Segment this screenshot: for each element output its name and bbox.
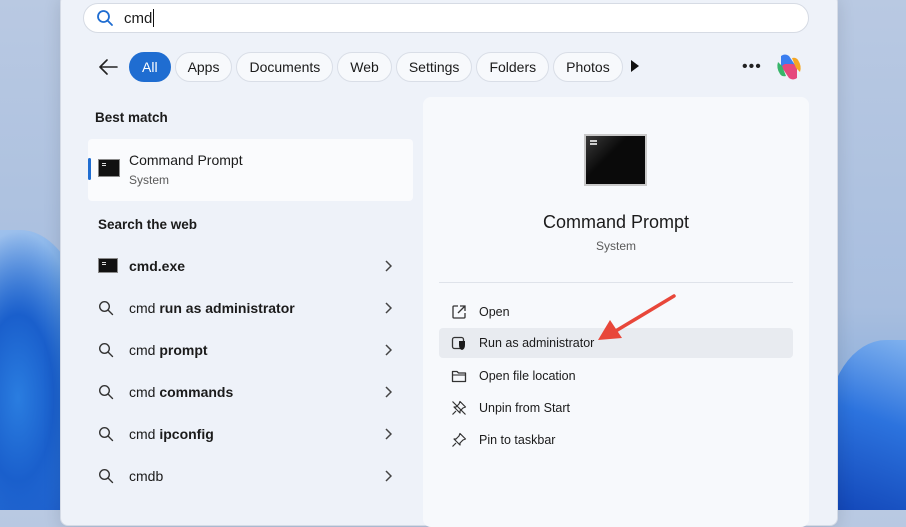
search-query[interactable]: cmd	[124, 10, 152, 27]
web-result-commands[interactable]: cmd commands	[88, 371, 413, 413]
command-prompt-large-icon	[584, 134, 647, 186]
copilot-icon[interactable]	[773, 52, 805, 82]
chevron-right-icon	[385, 344, 392, 356]
filter-apps[interactable]: Apps	[174, 52, 233, 82]
filter-settings[interactable]: Settings	[395, 52, 473, 82]
search-icon	[98, 300, 114, 316]
more-filters-play-icon[interactable]	[630, 59, 640, 73]
filter-web[interactable]: Web	[337, 52, 392, 82]
web-result-run-as-admin[interactable]: cmd run as administrator	[88, 287, 413, 329]
action-pin-to-taskbar[interactable]: Pin to taskbar	[439, 425, 793, 455]
unpin-icon	[452, 400, 467, 415]
filter-bar: All Apps Documents Web Settings Folders …	[94, 51, 627, 83]
web-result-prompt[interactable]: cmd prompt	[88, 329, 413, 371]
chevron-right-icon	[385, 386, 392, 398]
filter-all[interactable]: All	[129, 52, 171, 82]
detail-title: Command Prompt	[542, 212, 690, 232]
chevron-right-icon	[385, 428, 392, 440]
cmd-icon	[98, 258, 118, 273]
web-result-cmd-exe[interactable]: cmd.exe	[88, 245, 413, 287]
back-arrow-icon	[99, 59, 118, 75]
search-web-heading: Search the web	[98, 217, 198, 232]
action-unpin-from-start[interactable]: Unpin from Start	[439, 393, 793, 423]
search-icon	[98, 384, 114, 400]
search-input[interactable]: cmd	[83, 3, 809, 33]
wallpaper-bloom-right	[826, 340, 906, 510]
filter-documents[interactable]: Documents	[236, 52, 334, 82]
back-button[interactable]	[94, 53, 122, 81]
selection-indicator	[88, 158, 91, 180]
search-icon	[98, 426, 114, 442]
more-options-icon[interactable]: •••	[742, 58, 762, 76]
open-external-icon	[452, 305, 466, 319]
search-icon	[97, 10, 113, 26]
shield-icon	[451, 336, 465, 350]
chevron-right-icon	[385, 470, 392, 482]
filter-photos[interactable]: Photos	[553, 52, 623, 82]
search-icon	[98, 342, 114, 358]
best-match-subtitle: System	[129, 173, 170, 187]
best-match-heading: Best match	[95, 110, 168, 125]
chevron-right-icon	[385, 260, 392, 272]
annotation-arrow-icon	[598, 294, 676, 340]
search-icon	[98, 468, 114, 484]
web-result-ipconfig[interactable]: cmd ipconfig	[88, 413, 413, 455]
detail-divider	[439, 282, 793, 283]
text-caret	[153, 9, 155, 27]
web-result-cmdb[interactable]: cmdb	[88, 455, 413, 497]
detail-subtitle: System	[595, 239, 636, 253]
best-match-command-prompt[interactable]: Command Prompt System	[88, 139, 413, 201]
folder-icon	[451, 370, 467, 383]
filter-folders[interactable]: Folders	[476, 52, 550, 82]
best-match-title: Command Prompt	[129, 152, 243, 168]
pin-icon	[452, 432, 467, 447]
chevron-right-icon	[385, 302, 392, 314]
command-prompt-icon	[98, 159, 120, 177]
action-open-file-location[interactable]: Open file location	[439, 361, 793, 391]
